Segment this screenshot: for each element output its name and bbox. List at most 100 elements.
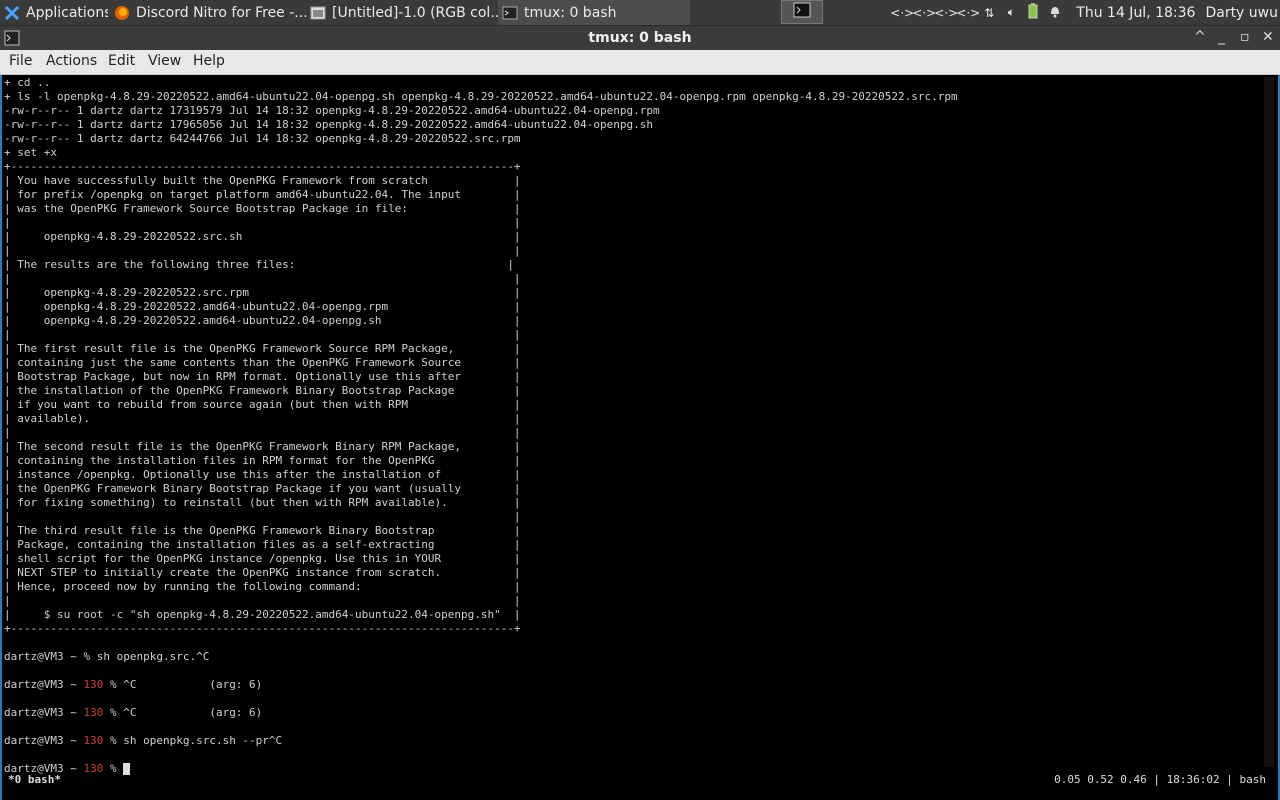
terminal-line: | Hence, proceed now by running the foll… [4, 580, 521, 593]
terminal-line: | openpkg-4.8.29-20220522.amd64-ubuntu22… [4, 300, 521, 313]
maximize-button[interactable]: ▫ [1240, 29, 1250, 45]
xfce-logo-icon [4, 5, 20, 21]
terminal-line: | openpkg-4.8.29-20220522.src.rpm | [4, 286, 521, 299]
user-menu[interactable]: Darty uwu [1205, 5, 1278, 21]
image-window-icon [310, 5, 326, 21]
terminal-line: | for fixing something) to reinstall (bu… [4, 496, 521, 509]
network-icon[interactable]: <·> [912, 6, 936, 20]
prompt-prefix: dartz@VM3 ~ [4, 650, 84, 663]
terminal-line: | the OpenPKG Framework Binary Bootstrap… [4, 482, 521, 495]
window-title: tmux: 0 bash [588, 30, 692, 46]
terminal-line: + ls -l openpkg-4.8.29-20220522.amd64-ub… [4, 90, 958, 103]
tmux-status-line: *0 bash* 0.05 0.52 0.46 | 18:36:02 | bas… [2, 773, 1278, 787]
terminal-line: | openpkg-4.8.29-20220522.src.sh | [4, 230, 521, 243]
battery-icon[interactable] [1022, 3, 1044, 22]
scrollbar[interactable] [1264, 77, 1274, 767]
terminal-line: -rw-r--r-- 1 dartz dartz 17319579 Jul 14… [4, 104, 660, 117]
volume-icon[interactable]: 🔈︎ [1000, 5, 1022, 20]
task-discord-firefox[interactable]: Discord Nitro for Free -... [110, 0, 306, 25]
terminal-line: | was the OpenPKG Framework Source Boots… [4, 202, 521, 215]
terminal-icon [502, 5, 518, 21]
terminal-line: +---------------------------------------… [4, 160, 521, 173]
minimize-button[interactable]: _ [1218, 29, 1225, 45]
terminal-line: +---------------------------------------… [4, 622, 521, 635]
top-panel: Applications Discord Nitro for Free -...… [0, 0, 1280, 26]
terminal-line: | shell script for the OpenPKG instance … [4, 552, 521, 565]
task-gimp-untitled[interactable]: [Untitled]-1.0 (RGB col... [306, 0, 498, 25]
exit-code: 130 [83, 706, 104, 719]
prompt-command: % ^C (arg: 6) [103, 678, 263, 691]
terminal-line: | | [4, 510, 521, 523]
terminal-line: + set +x [4, 146, 57, 159]
terminal-line: | $ su root -c "sh openpkg-4.8.29-202205… [4, 608, 521, 621]
terminal-line: | openpkg-4.8.29-20220522.amd64-ubuntu22… [4, 314, 521, 327]
terminal-line: | containing the installation files in R… [4, 454, 521, 467]
terminal-line: | | [4, 244, 521, 257]
menubar: File Actions Edit View Help [0, 50, 1280, 75]
terminal-line: | instance /openpkg. Optionally use this… [4, 468, 521, 481]
window-titlebar[interactable]: tmux: 0 bash ^ _ ▫ ✕ [0, 26, 1280, 50]
terminal-line: | containing just the same contents than… [4, 356, 521, 369]
terminal-line: + cd .. [4, 76, 51, 89]
exit-code: 130 [83, 678, 104, 691]
terminal-line: | You have successfully built the OpenPK… [4, 174, 521, 187]
terminal-line: | the installation of the OpenPKG Framew… [4, 384, 521, 397]
terminal-line: | The first result file is the OpenPKG F… [4, 342, 521, 355]
terminal-line: | Bootstrap Package, but now in RPM form… [4, 370, 521, 383]
task-tmux-bash[interactable]: tmux: 0 bash [498, 0, 690, 25]
prompt-line: dartz@VM3 ~ 130 % ^C (arg: 6) [4, 678, 958, 692]
network-icon[interactable]: <·> [890, 6, 914, 20]
prompt-command: % sh openpkg.src.^C [83, 650, 210, 663]
tmux-status-right: 0.05 0.52 0.46 | 18:36:02 | bash [1054, 773, 1266, 786]
tmux-window-list[interactable]: *0 bash* [8, 773, 61, 787]
terminal-line: | The third result file is the OpenPKG F… [4, 524, 521, 537]
terminal-line: -rw-r--r-- 1 dartz dartz 64244766 Jul 14… [4, 132, 521, 145]
prompt-prefix: dartz@VM3 ~ [4, 678, 84, 691]
menu-file[interactable]: File [9, 53, 32, 69]
terminal-line: | NEXT STEP to initially create the Open… [4, 566, 521, 579]
prompt-command: % sh openpkg.src.sh --pr^C [103, 734, 283, 747]
terminal-area[interactable]: + cd .. + ls -l openpkg-4.8.29-20220522.a… [0, 75, 1280, 800]
close-button[interactable]: ✕ [1262, 29, 1274, 45]
terminal-line: | Package, containing the installation f… [4, 538, 521, 551]
terminal-line: | | [4, 272, 521, 285]
terminal-line: | | [4, 426, 521, 439]
prompt-line: dartz@VM3 ~ 130 % sh openpkg.src.sh --pr… [4, 734, 958, 748]
terminal-line: | The results are the following three fi… [4, 258, 514, 271]
terminal-line: -rw-r--r-- 1 dartz dartz 17965056 Jul 14… [4, 118, 654, 131]
terminal-line: | for prefix /openpkg on target platform… [4, 188, 521, 201]
prompt-prefix: dartz@VM3 ~ [4, 734, 84, 747]
terminal-output: + cd .. + ls -l openpkg-4.8.29-20220522.a… [4, 76, 958, 776]
menu-actions[interactable]: Actions [46, 53, 97, 69]
terminal-line: | The second result file is the OpenPKG … [4, 440, 521, 453]
network-icon[interactable]: <·> [956, 6, 980, 20]
shade-button[interactable]: ^ [1194, 29, 1206, 45]
exit-code: 130 [83, 734, 104, 747]
menu-help[interactable]: Help [193, 53, 225, 69]
firefox-icon [114, 5, 130, 21]
prompt-prefix: dartz@VM3 ~ [4, 706, 84, 719]
terminal-line: | available). | [4, 412, 521, 425]
prompt-line: dartz@VM3 ~ % sh openpkg.src.^C [4, 650, 958, 664]
network-icon[interactable]: <·> [934, 6, 958, 20]
menu-view[interactable]: View [148, 53, 181, 69]
terminal-line: | if you want to rebuild from source aga… [4, 398, 521, 411]
terminal-launcher-button[interactable] [781, 0, 823, 24]
menu-edit[interactable]: Edit [108, 53, 135, 69]
terminal-line: | | [4, 594, 521, 607]
system-tray: <·> <·> <·> <·> ⇅ 🔈︎ Thu 14 Jul, 18:36 D… [890, 0, 1280, 25]
terminal-line: | | [4, 216, 521, 229]
transfer-arrows-icon[interactable]: ⇅ [978, 6, 1000, 20]
prompt-command: % ^C (arg: 6) [103, 706, 263, 719]
applications-menu[interactable]: Applications [0, 0, 108, 25]
prompt-line: dartz@VM3 ~ 130 % ^C (arg: 6) [4, 706, 958, 720]
terminal-line: | | [4, 328, 521, 341]
terminal-icon [793, 2, 811, 22]
notification-bell-icon[interactable] [1044, 4, 1066, 21]
clock[interactable]: Thu 14 Jul, 18:36 [1076, 5, 1195, 21]
